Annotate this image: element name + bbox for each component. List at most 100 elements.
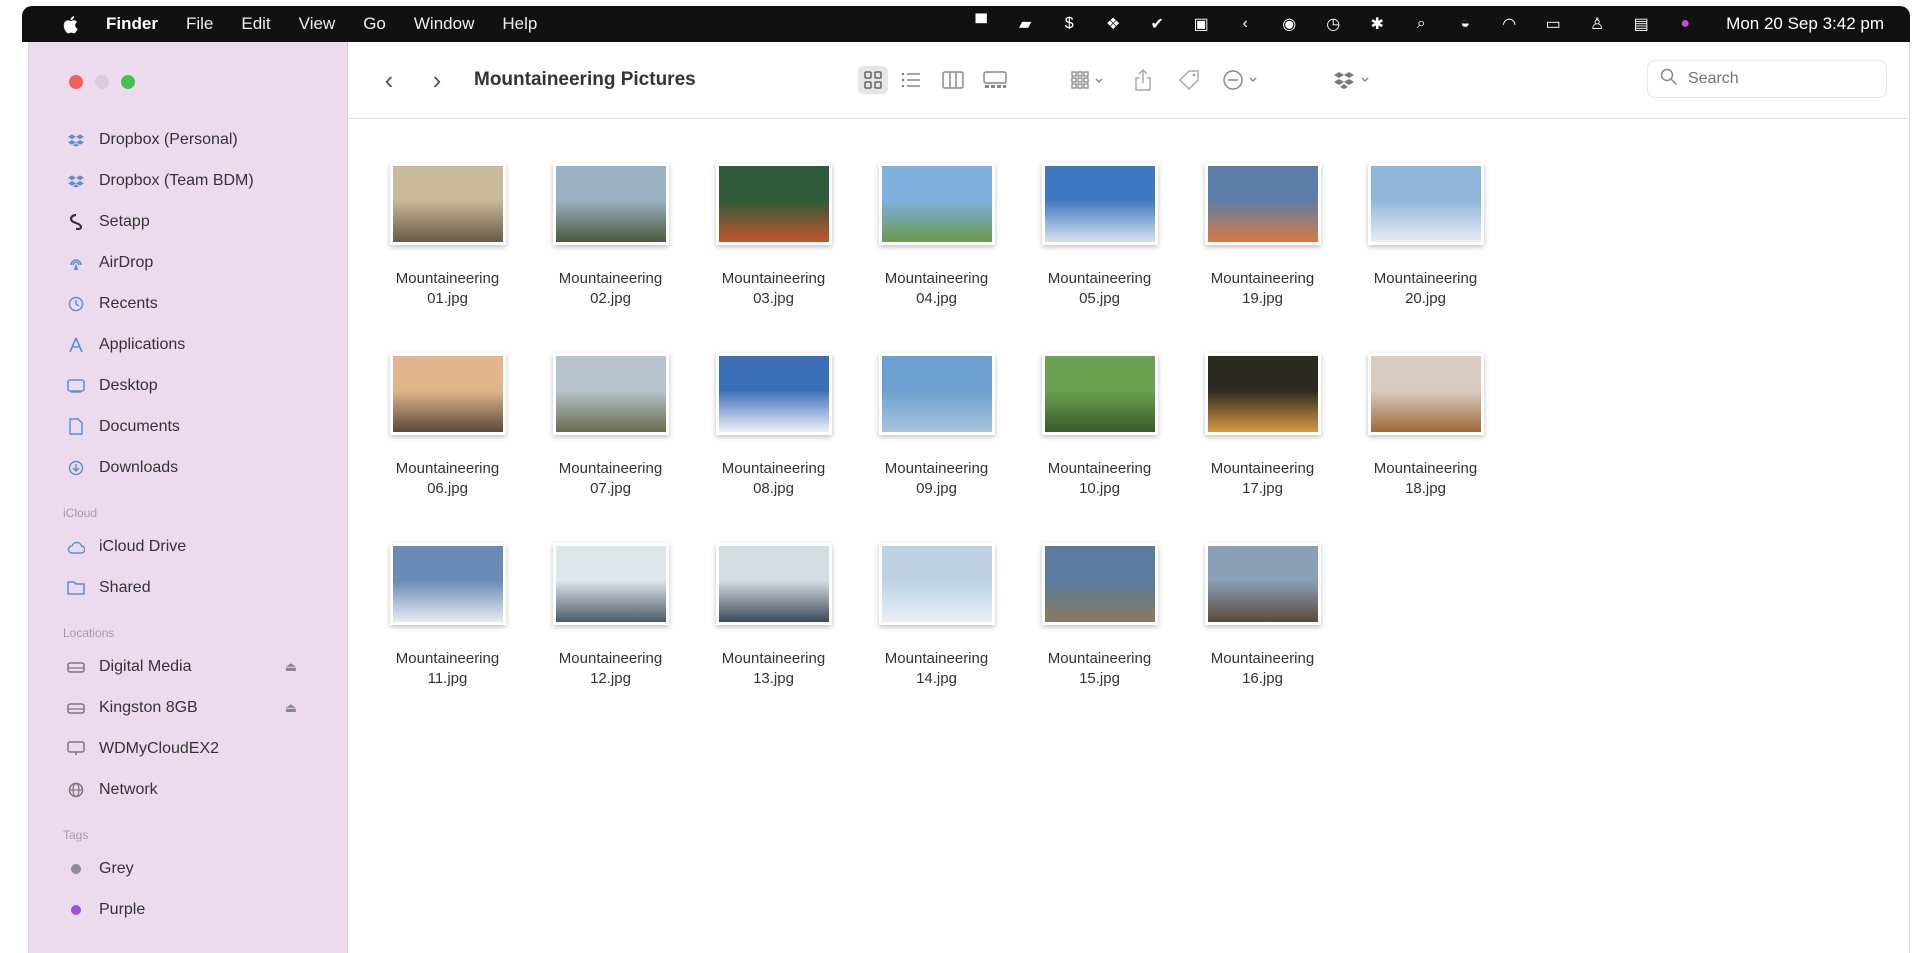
file-thumbnail[interactable]	[552, 539, 669, 629]
file-item[interactable]: Mountaineering 02.jpg	[529, 159, 692, 309]
file-thumbnail[interactable]	[878, 349, 995, 439]
sidebar-item-downloads[interactable]: Downloads	[29, 447, 347, 488]
file-thumbnail[interactable]	[1204, 539, 1321, 629]
gallery-view-button[interactable]	[980, 66, 1010, 94]
wifi-icon[interactable]: ◠	[1498, 14, 1520, 34]
menu-go[interactable]: Go	[363, 14, 386, 34]
file-item[interactable]: Mountaineering 09.jpg	[855, 349, 1018, 499]
file-thumbnail[interactable]	[878, 539, 995, 629]
sidebar-item-digital-media[interactable]: Digital Media ⏏	[29, 646, 347, 687]
file-item[interactable]: Mountaineering 03.jpg	[692, 159, 855, 309]
sidebar-item-wdmycloudex2[interactable]: WDMyCloudEX2	[29, 728, 347, 769]
icon-view-button[interactable]	[858, 66, 888, 94]
apple-icon[interactable]	[62, 14, 80, 34]
file-thumbnail[interactable]	[1041, 539, 1158, 629]
file-item[interactable]: Mountaineering 16.jpg	[1181, 539, 1344, 689]
file-item[interactable]: Mountaineering 13.jpg	[692, 539, 855, 689]
menu-file[interactable]: File	[186, 14, 213, 34]
setapp-icon[interactable]: $	[1058, 14, 1080, 34]
file-thumbnail[interactable]	[715, 349, 832, 439]
file-item[interactable]: Mountaineering 07.jpg	[529, 349, 692, 499]
column-view-button[interactable]	[938, 66, 968, 94]
sidebar-item-desktop[interactable]: Desktop	[29, 365, 347, 406]
file-item[interactable]: Mountaineering 11.jpg	[366, 539, 529, 689]
file-item[interactable]: Mountaineering 12.jpg	[529, 539, 692, 689]
minimize-button[interactable]	[95, 75, 109, 89]
siri-icon[interactable]: ●	[1674, 14, 1696, 34]
file-thumbnail[interactable]	[715, 159, 832, 249]
back-button[interactable]: ‹	[376, 65, 402, 96]
sidebar-item-airdrop[interactable]: AirDrop	[29, 242, 347, 283]
file-thumbnail[interactable]	[389, 159, 506, 249]
file-thumbnail[interactable]	[552, 349, 669, 439]
action-button[interactable]	[1216, 66, 1266, 94]
sidebar-item-icloud-drive[interactable]: iCloud Drive	[29, 526, 347, 567]
zoom-button[interactable]	[121, 75, 135, 89]
file-item[interactable]: Mountaineering 06.jpg	[366, 349, 529, 499]
eject-icon[interactable]: ⏏	[285, 700, 297, 716]
menu-edit[interactable]: Edit	[241, 14, 270, 34]
eject-icon[interactable]: ⏏	[285, 659, 297, 675]
keyboard-icon[interactable]: ▭	[1542, 14, 1564, 34]
sidebar-item-purple[interactable]: Purple	[29, 889, 347, 930]
control-center-icon[interactable]: ◒	[1454, 14, 1476, 34]
dropbox-icon[interactable]: ❖	[1102, 14, 1124, 34]
search-icon[interactable]: ⌕	[1410, 14, 1432, 34]
file-thumbnail[interactable]	[878, 159, 995, 249]
sidebar-item-setapp[interactable]: Setapp	[29, 201, 347, 242]
tag-button[interactable]	[1174, 66, 1204, 94]
flag-icon[interactable]: ▣	[1190, 14, 1212, 34]
control-icon[interactable]: ▀	[970, 14, 992, 34]
file-item[interactable]: Mountaineering 15.jpg	[1018, 539, 1181, 689]
file-thumbnail[interactable]	[1367, 349, 1484, 439]
file-item[interactable]: Mountaineering 04.jpg	[855, 159, 1018, 309]
menu-window[interactable]: Window	[414, 14, 474, 34]
sidebar-item-recents[interactable]: Recents	[29, 283, 347, 324]
menu-clock[interactable]: Mon 20 Sep 3:42 pm	[1726, 14, 1884, 34]
sidebar-item-network[interactable]: Network	[29, 769, 347, 810]
menu-finder[interactable]: Finder	[106, 14, 158, 34]
list-view-button[interactable]	[896, 66, 926, 94]
screen-icon[interactable]: ◉	[1278, 14, 1300, 34]
file-thumbnail[interactable]	[1041, 159, 1158, 249]
sidebar-item-applications[interactable]: Applications	[29, 324, 347, 365]
menu-view[interactable]: View	[299, 14, 336, 34]
file-thumbnail[interactable]	[715, 539, 832, 629]
file-thumbnail[interactable]	[1204, 349, 1321, 439]
check-icon[interactable]: ✔	[1146, 14, 1168, 34]
forward-button[interactable]: ›	[424, 65, 450, 96]
arrow-icon[interactable]: ‹	[1234, 14, 1256, 34]
file-thumbnail[interactable]	[1367, 159, 1484, 249]
file-thumbnail[interactable]	[1204, 159, 1321, 249]
file-item[interactable]: Mountaineering 10.jpg	[1018, 349, 1181, 499]
sidebar-item-dropbox-personal[interactable]: Dropbox (Personal)	[29, 119, 347, 160]
file-thumbnail[interactable]	[1041, 349, 1158, 439]
file-item[interactable]: Mountaineering 18.jpg	[1344, 349, 1507, 499]
file-item[interactable]: Mountaineering 20.jpg	[1344, 159, 1507, 309]
sidebar-item-shared[interactable]: Shared	[29, 567, 347, 608]
dropbox-button[interactable]	[1328, 66, 1378, 94]
file-item[interactable]: Mountaineering 14.jpg	[855, 539, 1018, 689]
menu-help[interactable]: Help	[502, 14, 537, 34]
share-button[interactable]	[1128, 66, 1158, 94]
file-item[interactable]: Mountaineering 01.jpg	[366, 159, 529, 309]
display-icon[interactable]: ▰	[1014, 14, 1036, 34]
group-button[interactable]	[1063, 66, 1113, 94]
close-button[interactable]	[69, 75, 83, 89]
search-input[interactable]	[1686, 69, 1870, 89]
file-item[interactable]: Mountaineering 19.jpg	[1181, 159, 1344, 309]
bluetooth-icon[interactable]: ✱	[1366, 14, 1388, 34]
file-item[interactable]: Mountaineering 17.jpg	[1181, 349, 1344, 499]
sidebar-item-kingston-8gb[interactable]: Kingston 8GB ⏏	[29, 687, 347, 728]
file-thumbnail[interactable]	[389, 539, 506, 629]
sidebar-item-dropbox-team-bdm[interactable]: Dropbox (Team BDM)	[29, 160, 347, 201]
user-icon[interactable]: ♙	[1586, 14, 1608, 34]
file-thumbnail[interactable]	[389, 349, 506, 439]
file-thumbnail[interactable]	[552, 159, 669, 249]
sidebar-item-documents[interactable]: Documents	[29, 406, 347, 447]
file-item[interactable]: Mountaineering 05.jpg	[1018, 159, 1181, 309]
search-field[interactable]	[1647, 60, 1887, 98]
display-mirror-icon[interactable]: ▤	[1630, 14, 1652, 34]
sidebar-item-grey[interactable]: Grey	[29, 848, 347, 889]
file-item[interactable]: Mountaineering 08.jpg	[692, 349, 855, 499]
